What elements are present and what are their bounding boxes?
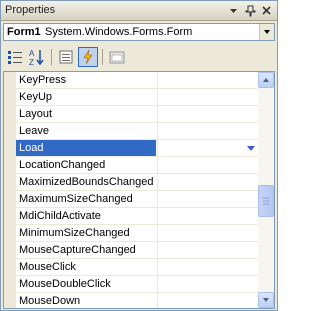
event-name: LocationChanged (19, 159, 106, 171)
scroll-down-button[interactable] (258, 292, 274, 308)
scroll-thumb[interactable] (258, 185, 274, 217)
event-name: MouseCaptureChanged (19, 244, 136, 256)
property-pages-icon[interactable] (107, 47, 127, 67)
event-row[interactable]: MouseClick (16, 259, 259, 276)
scroll-up-button[interactable] (258, 72, 274, 88)
window-title: Properties (5, 4, 56, 16)
event-handler-value[interactable] (157, 293, 260, 308)
event-name: MdiChildActivate (19, 210, 101, 222)
object-type: System.Windows.Forms.Form (45, 26, 193, 38)
events-icon[interactable] (78, 47, 98, 67)
event-name: MouseDown (19, 295, 81, 307)
event-handler-value[interactable] (157, 123, 260, 139)
event-row[interactable]: MouseCaptureChanged (16, 242, 259, 259)
event-row[interactable]: MdiChildActivate (16, 208, 259, 225)
categorized-icon[interactable] (5, 47, 25, 67)
event-row[interactable]: KeyUp (16, 89, 259, 106)
properties-icon[interactable] (56, 47, 76, 67)
event-handler-value[interactable] (157, 106, 260, 122)
vertical-scrollbar[interactable] (258, 72, 274, 308)
event-name: Leave (19, 125, 49, 137)
event-row[interactable]: Layout (16, 106, 259, 123)
toolbar-separator (102, 49, 103, 65)
event-name: KeyPress (19, 74, 67, 86)
event-row[interactable]: MouseDoubleClick (16, 276, 259, 293)
event-row[interactable]: MaximizedBoundsChanged (16, 174, 259, 191)
event-handler-value[interactable] (157, 225, 260, 241)
event-row[interactable]: MouseDown (16, 293, 260, 308)
event-name: Load (16, 140, 156, 156)
svg-text:Z: Z (29, 58, 34, 67)
alphabetical-icon[interactable]: AZ (27, 47, 47, 67)
pin-icon[interactable] (244, 4, 257, 17)
event-name: MouseClick (19, 261, 76, 273)
chevron-down-icon[interactable] (244, 141, 258, 155)
event-row[interactable]: KeyPress (16, 72, 259, 89)
grid-gutter (4, 72, 16, 308)
event-name: MouseDoubleClick (19, 278, 111, 290)
event-handler-value[interactable] (157, 89, 260, 105)
toolbar-separator (51, 49, 52, 65)
object-name: Form1 (7, 26, 41, 38)
toolbar: AZ (1, 45, 277, 69)
title-bar: Properties (1, 1, 277, 21)
dropdown-arrow-icon[interactable] (227, 4, 240, 17)
event-handler-value[interactable] (157, 276, 260, 292)
event-name: MinimumSizeChanged (19, 227, 130, 239)
event-handler-value[interactable] (157, 208, 260, 224)
event-row[interactable]: MaximumSizeChanged (16, 191, 259, 208)
event-grid: KeyPress KeyUp Layout Leave Load LocationChan… (3, 71, 275, 309)
event-list: KeyPress KeyUp Layout Leave Load LocationChan… (16, 72, 260, 308)
event-name: Layout (19, 108, 53, 120)
event-row[interactable]: MinimumSizeChanged (16, 225, 259, 242)
event-handler-value[interactable] (157, 72, 260, 88)
event-handler-value[interactable] (157, 259, 260, 275)
object-selector-dropdown-button[interactable] (259, 24, 274, 40)
properties-window: Properties Form1 System.Windows.Forms.Fo… (0, 0, 278, 311)
event-name: MaximumSizeChanged (19, 193, 133, 205)
event-name: KeyUp (19, 91, 53, 103)
object-selector[interactable]: Form1 System.Windows.Forms.Form (3, 23, 275, 41)
event-handler-value[interactable] (157, 157, 260, 173)
event-row[interactable]: Load (16, 140, 259, 157)
close-icon[interactable] (260, 4, 273, 17)
event-row[interactable]: LocationChanged (16, 157, 259, 174)
event-handler-value[interactable] (157, 191, 260, 207)
event-row[interactable]: Leave (16, 123, 259, 140)
event-handler-value[interactable] (157, 174, 260, 190)
event-handler-value[interactable] (157, 242, 260, 258)
event-handler-value[interactable] (157, 140, 260, 156)
event-name: MaximizedBoundsChanged (19, 176, 154, 188)
svg-text:A: A (29, 49, 35, 58)
